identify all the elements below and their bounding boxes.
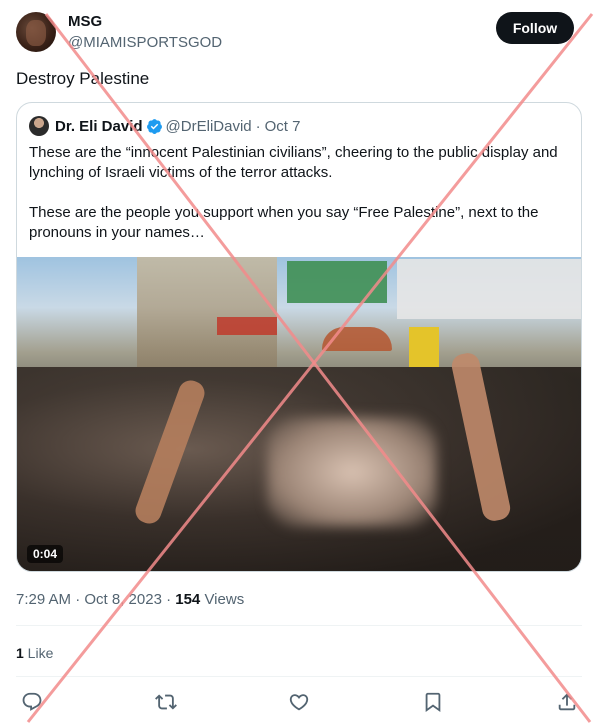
sign-white <box>397 259 581 319</box>
bookmark-icon[interactable] <box>419 688 447 716</box>
quoted-tweet[interactable]: Dr. Eli David @DrEliDavid · Oct 7 These … <box>16 102 582 572</box>
yellow-shirt <box>409 327 439 367</box>
quoted-paragraph-2: These are the people you support when yo… <box>29 204 539 241</box>
handle[interactable]: @MIAMISPORTSGOD <box>68 34 222 51</box>
views-label: Views <box>200 591 245 608</box>
quoted-avatar <box>29 116 49 136</box>
quoted-tweet-header: Dr. Eli David @DrEliDavid · Oct 7 <box>29 115 300 137</box>
quoted-paragraph-1: These are the “innocent Palestinian civi… <box>29 144 558 181</box>
sign-red <box>217 317 277 335</box>
tweet-text: Destroy Palestine <box>16 69 150 88</box>
sign-green <box>287 261 387 303</box>
separator-dot: · <box>255 117 261 135</box>
verified-badge-icon <box>146 118 163 135</box>
tweet-header: MSG @MIAMISPORTSGOD Follow <box>16 12 582 54</box>
avatar[interactable] <box>16 12 56 52</box>
reply-icon[interactable] <box>18 688 46 716</box>
display-name[interactable]: MSG <box>68 13 102 30</box>
blurred-area <box>267 417 437 527</box>
quoted-display-name: Dr. Eli David <box>55 117 143 135</box>
likes-label: Like <box>23 645 54 661</box>
divider <box>16 625 582 626</box>
tweet-timestamp: 7:29 AM · Oct 8, 2023 · 154 Views <box>16 591 244 608</box>
timestamp-text: 7:29 AM · Oct 8, 2023 · <box>16 591 176 608</box>
building-left <box>137 257 277 367</box>
umbrella <box>322 327 392 351</box>
retweet-icon[interactable] <box>152 688 180 716</box>
heart-icon[interactable] <box>285 688 313 716</box>
likes-count: 1 <box>16 645 24 661</box>
divider <box>16 676 582 677</box>
quoted-tweet-body: These are the “innocent Palestinian civi… <box>29 143 569 263</box>
video-duration: 0:04 <box>27 545 64 563</box>
follow-button[interactable]: Follow <box>496 12 574 44</box>
views-count: 154 <box>175 591 201 608</box>
action-bar <box>0 688 598 716</box>
video-player[interactable]: 0:04 <box>17 257 581 571</box>
quoted-date: Oct 7 <box>264 117 301 135</box>
likes-summary[interactable]: 1 Like <box>16 645 53 661</box>
quoted-handle: @DrEliDavid <box>165 117 252 135</box>
share-icon[interactable] <box>553 688 581 716</box>
